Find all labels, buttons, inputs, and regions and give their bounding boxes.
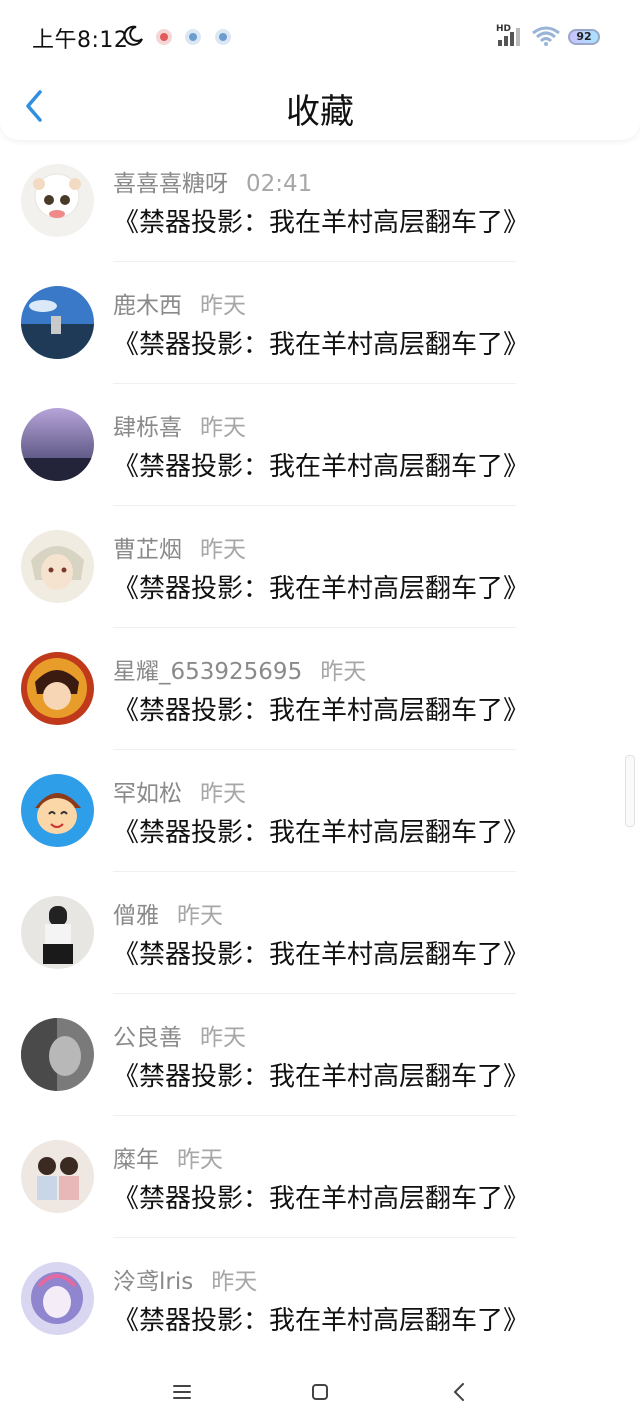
avatar[interactable]	[21, 896, 94, 969]
author-name: 泠鸢lris	[113, 1269, 194, 1295]
item-time: 昨天	[200, 781, 246, 807]
item-title: 《禁器投影：我在羊村高层翻车了》	[113, 1062, 530, 1092]
item-title: 《禁器投影：我在羊村高层翻车了》	[113, 574, 530, 604]
favorite-item[interactable]: 鹿木西 昨天 《禁器投影：我在羊村高层翻车了》	[0, 262, 640, 384]
author-name: 肆栎喜	[113, 415, 182, 441]
menu-icon[interactable]	[162, 1372, 202, 1412]
item-title: 《禁器投影：我在羊村高层翻车了》	[113, 940, 530, 970]
home-icon[interactable]	[300, 1372, 340, 1412]
status-bar: 上午8:12 HD 92	[0, 0, 640, 74]
avatar[interactable]	[21, 408, 94, 481]
author-name: 公良善	[113, 1025, 182, 1051]
top-bar: 上午8:12 HD 92 收藏	[0, 0, 640, 140]
favorite-item[interactable]: 罕如松 昨天 《禁器投影：我在羊村高层翻车了》	[0, 750, 640, 872]
avatar[interactable]	[21, 774, 94, 847]
item-title: 《禁器投影：我在羊村高层翻车了》	[113, 330, 530, 360]
favorite-item[interactable]: 糜年 昨天 《禁器投影：我在羊村高层翻车了》	[0, 1116, 640, 1238]
item-time: 昨天	[200, 293, 246, 319]
item-title: 《禁器投影：我在羊村高层翻车了》	[113, 696, 530, 726]
avatar[interactable]	[21, 286, 94, 359]
favorite-item[interactable]: 星耀_653925695 昨天 《禁器投影：我在羊村高层翻车了》	[0, 628, 640, 750]
scrollbar[interactable]	[625, 755, 635, 827]
favorite-item[interactable]: 公良善 昨天 《禁器投影：我在羊村高层翻车了》	[0, 994, 640, 1116]
moon-icon	[123, 25, 143, 46]
author-name: 罕如松	[113, 781, 182, 807]
favorite-item[interactable]: 喜喜喜糖呀 02:41 《禁器投影：我在羊村高层翻车了》	[0, 140, 640, 262]
signal-icon	[498, 28, 520, 46]
item-title: 《禁器投影：我在羊村高层翻车了》	[113, 208, 530, 238]
author-name: 喜喜喜糖呀	[113, 171, 228, 197]
item-time: 昨天	[200, 415, 246, 441]
favorite-item[interactable]: 僧雅 昨天 《禁器投影：我在羊村高层翻车了》	[0, 872, 640, 994]
avatar[interactable]	[21, 164, 94, 237]
app-notification-icon	[156, 29, 172, 45]
avatar[interactable]	[21, 1262, 94, 1335]
author-name: 曹芷烟	[113, 537, 182, 563]
back-nav-icon[interactable]	[440, 1372, 480, 1412]
app-notification-icon	[185, 29, 201, 45]
item-time: 昨天	[320, 659, 367, 685]
author-name: 鹿木西	[113, 293, 182, 319]
avatar[interactable]	[21, 530, 94, 603]
item-title: 《禁器投影：我在羊村高层翻车了》	[113, 1184, 530, 1214]
favorite-item[interactable]: 泠鸢lris 昨天 《禁器投影：我在羊村高层翻车了》	[0, 1238, 640, 1360]
item-time: 昨天	[177, 1147, 223, 1173]
avatar[interactable]	[21, 1018, 94, 1091]
author-name: 星耀_653925695	[113, 659, 303, 685]
item-time: 昨天	[200, 1025, 246, 1051]
item-title: 《禁器投影：我在羊村高层翻车了》	[113, 1306, 530, 1336]
favorite-item[interactable]: 肆栎喜 昨天 《禁器投影：我在羊村高层翻车了》	[0, 384, 640, 506]
author-name: 糜年	[113, 1147, 159, 1173]
avatar[interactable]	[21, 652, 94, 725]
wifi-icon	[532, 26, 560, 46]
avatar[interactable]	[21, 1140, 94, 1213]
favorites-list: 喜喜喜糖呀 02:41 《禁器投影：我在羊村高层翻车了》 鹿木西 昨天 《禁器投影：…	[0, 140, 640, 1360]
page-title: 收藏	[286, 92, 354, 132]
app-notification-icon	[215, 29, 231, 45]
system-navigation-bar	[0, 1360, 640, 1422]
item-time: 昨天	[200, 537, 246, 563]
battery-indicator: 92	[568, 29, 600, 45]
item-title: 《禁器投影：我在羊村高层翻车了》	[113, 452, 530, 482]
status-time: 上午8:12	[32, 28, 129, 53]
item-title: 《禁器投影：我在羊村高层翻车了》	[113, 818, 530, 848]
item-time: 昨天	[211, 1269, 258, 1295]
item-time: 02:41	[246, 171, 313, 197]
author-name: 僧雅	[113, 903, 159, 929]
item-time: 昨天	[177, 903, 223, 929]
favorite-item[interactable]: 曹芷烟 昨天 《禁器投影：我在羊村高层翻车了》	[0, 506, 640, 628]
